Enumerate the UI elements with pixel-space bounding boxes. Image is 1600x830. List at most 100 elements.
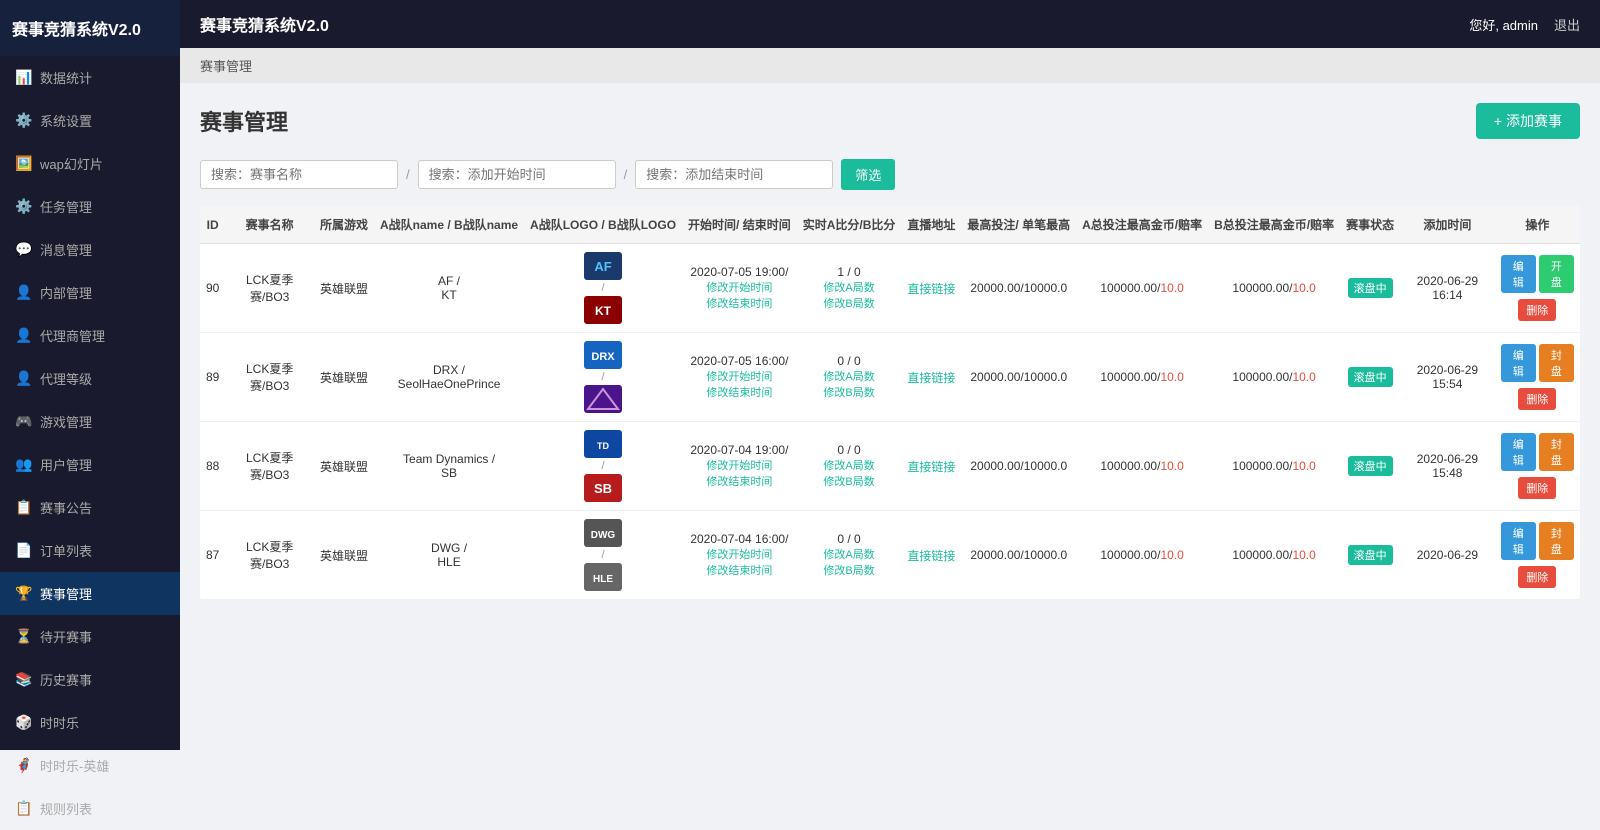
user-greeting: 您好, admin — [1469, 15, 1538, 34]
topbar: 赛事竞猜系统V2.0 您好, admin 退出 — [180, 0, 1600, 48]
col-time: 开始时间/ 结束时间 — [682, 206, 797, 244]
sidebar-item-announcements[interactable]: 📋 赛事公告 — [0, 486, 180, 529]
logout-link[interactable]: 退出 — [1554, 15, 1580, 34]
sidebar-item-rules[interactable]: 📋 规则列表 — [0, 787, 180, 830]
svg-text:SB: SB — [594, 481, 612, 496]
sidebar-item-label: 订单列表 — [40, 541, 92, 560]
cell-max-bet: 20000.00/10000.0 — [961, 333, 1076, 422]
sidebar-item-settings[interactable]: ⚙️ 系统设置 — [0, 99, 180, 142]
sidebar-item-label: 赛事公告 — [40, 498, 92, 517]
cell-max-bet: 20000.00/10000.0 — [961, 244, 1076, 333]
table-row: 87 LCK夏季赛/BO3 英雄联盟 DWG /HLE DWG / HLE 20… — [200, 511, 1580, 600]
match-table: ID 赛事名称 所属游戏 A战队name / B战队name A战队LOGO /… — [200, 206, 1580, 600]
status-button[interactable]: 封盘 — [1539, 344, 1574, 382]
sidebar-item-label: 用户管理 — [40, 455, 92, 474]
edit-button[interactable]: 编辑 — [1501, 522, 1536, 560]
cell-actions: 编辑 开盘 删除 — [1495, 244, 1580, 333]
sidebar-item-label: 数据统计 — [40, 68, 92, 87]
col-live: 直播地址 — [901, 206, 961, 244]
sidebar-item-users[interactable]: 👥 用户管理 — [0, 443, 180, 486]
sidebar-item-upcoming[interactable]: ⏳ 待开赛事 — [0, 615, 180, 658]
cell-b-max: 100000.00/10.0 — [1208, 422, 1340, 511]
cell-max-bet: 20000.00/10000.0 — [961, 422, 1076, 511]
edit-button[interactable]: 编辑 — [1501, 344, 1536, 382]
page-header: 赛事管理 + 添加赛事 — [200, 103, 1580, 139]
cell-live[interactable]: 直接链接 — [901, 511, 961, 600]
search-end-input[interactable] — [635, 160, 833, 189]
sidebar-item-tasks[interactable]: ⚙️ 任务管理 — [0, 185, 180, 228]
app-logo: 赛事竞猜系统V2.0 — [0, 0, 180, 56]
sidebar-item-label: 赛事管理 — [40, 584, 92, 603]
settings-icon: ⚙️ — [16, 113, 32, 129]
svg-text:HLE: HLE — [593, 574, 613, 585]
search-start-input[interactable] — [418, 160, 616, 189]
cell-time: 2020-07-05 19:00/ 修改开始时间 修改结束时间 — [682, 244, 797, 333]
cell-live[interactable]: 直接链接 — [901, 333, 961, 422]
delete-button[interactable]: 删除 — [1518, 388, 1556, 410]
cell-game: 英雄联盟 — [314, 511, 374, 600]
col-a-max: A总投注最高金币/赔率 — [1076, 206, 1208, 244]
sidebar-item-games[interactable]: 🎮 游戏管理 — [0, 400, 180, 443]
edit-button[interactable]: 编辑 — [1501, 433, 1536, 471]
col-add-time: 添加时间 — [1400, 206, 1495, 244]
topbar-right: 您好, admin 退出 — [1469, 15, 1580, 34]
add-match-button[interactable]: + 添加赛事 — [1476, 103, 1580, 139]
sidebar-item-matches[interactable]: 🏆 赛事管理 — [0, 572, 180, 615]
sidebar-item-lottery-hero[interactable]: 🦸 时时乐-英雄 — [0, 744, 180, 787]
svg-text:TD: TD — [597, 441, 609, 451]
cell-time: 2020-07-04 16:00/ 修改开始时间 修改结束时间 — [682, 511, 797, 600]
cell-score: 1 / 0 修改A局数 修改B局数 — [797, 244, 902, 333]
cell-score: 0 / 0 修改A局数 修改B局数 — [797, 511, 902, 600]
sidebar-item-wap[interactable]: 🖼️ wap幻灯片 — [0, 142, 180, 185]
sep1: / — [406, 167, 410, 182]
sidebar-item-lottery[interactable]: 🎲 时时乐 — [0, 701, 180, 744]
lottery-icon: 🎲 — [16, 715, 32, 731]
sidebar-item-orders[interactable]: 📄 订单列表 — [0, 529, 180, 572]
lottery-hero-icon: 🦸 — [16, 758, 32, 774]
cell-live[interactable]: 直接链接 — [901, 422, 961, 511]
stats-icon: 📊 — [16, 70, 32, 86]
svg-text:AF: AF — [594, 259, 611, 274]
cell-b-max: 100000.00/10.0 — [1208, 333, 1340, 422]
cell-game: 英雄联盟 — [314, 333, 374, 422]
sidebar-item-stats[interactable]: 📊 数据统计 — [0, 56, 180, 99]
breadcrumb: 赛事管理 — [180, 48, 1600, 83]
cell-logos: DWG / HLE — [524, 511, 682, 600]
delete-button[interactable]: 删除 — [1518, 477, 1556, 499]
cell-time: 2020-07-04 19:00/ 修改开始时间 修改结束时间 — [682, 422, 797, 511]
cell-a-max: 100000.00/10.0 — [1076, 333, 1208, 422]
sidebar-item-history[interactable]: 📚 历史赛事 — [0, 658, 180, 701]
page-content: 赛事管理 + 添加赛事 / / 筛选 ID 赛事名称 所属游戏 A战队name … — [180, 83, 1600, 750]
status-button[interactable]: 封盘 — [1539, 433, 1574, 471]
sidebar-item-label: 时时乐 — [40, 713, 79, 732]
filter-button[interactable]: 筛选 — [841, 159, 895, 190]
cell-add-time: 2020-06-29 15:54 — [1400, 333, 1495, 422]
cell-live[interactable]: 直接链接 — [901, 244, 961, 333]
table-row: 88 LCK夏季赛/BO3 英雄联盟 Team Dynamics /SB TD … — [200, 422, 1580, 511]
cell-status: 滚盘中 — [1340, 511, 1400, 600]
sidebar-item-internal[interactable]: 👤 内部管理 — [0, 271, 180, 314]
games-icon: 🎮 — [16, 414, 32, 430]
cell-b-max: 100000.00/10.0 — [1208, 244, 1340, 333]
orders-icon: 📄 — [16, 543, 32, 559]
sidebar-item-messages[interactable]: 💬 消息管理 — [0, 228, 180, 271]
tasks-icon: ⚙️ — [16, 199, 32, 215]
cell-id: 87 — [200, 511, 225, 600]
col-id: ID — [200, 206, 225, 244]
sidebar-item-agents[interactable]: 👤 代理商管理 — [0, 314, 180, 357]
delete-button[interactable]: 删除 — [1518, 299, 1556, 321]
cell-name: LCK夏季赛/BO3 — [225, 244, 314, 333]
search-name-input[interactable] — [200, 160, 398, 189]
cell-status: 滚盘中 — [1340, 333, 1400, 422]
sidebar-item-agent-level[interactable]: 👤 代理等级 — [0, 357, 180, 400]
edit-button[interactable]: 编辑 — [1501, 255, 1536, 293]
delete-button[interactable]: 删除 — [1518, 566, 1556, 588]
cell-actions: 编辑 封盘 删除 — [1495, 422, 1580, 511]
status-button[interactable]: 封盘 — [1539, 522, 1574, 560]
sidebar-item-label: 内部管理 — [40, 283, 92, 302]
agents-icon: 👤 — [16, 328, 32, 344]
cell-logos: DRX / — [524, 333, 682, 422]
cell-name: LCK夏季赛/BO3 — [225, 422, 314, 511]
cell-id: 89 — [200, 333, 225, 422]
status-button[interactable]: 开盘 — [1539, 255, 1574, 293]
